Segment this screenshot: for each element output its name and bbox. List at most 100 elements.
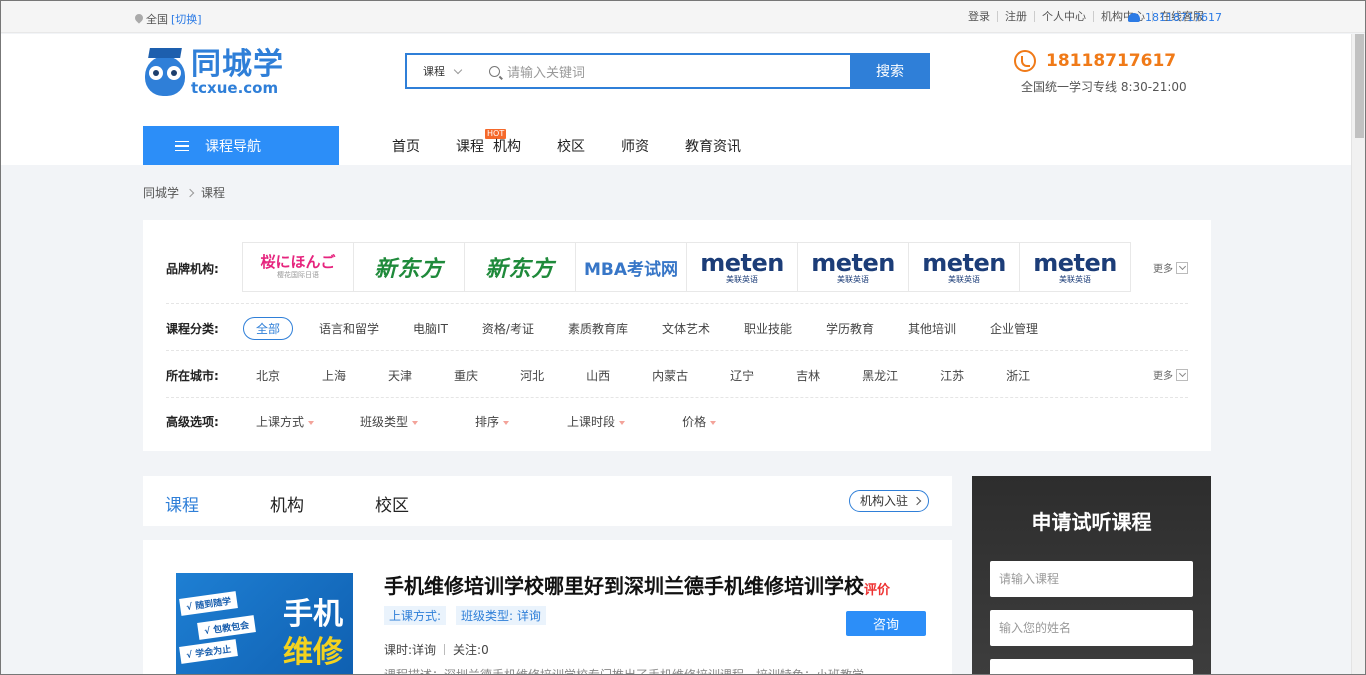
nav-course[interactable]: 课程 HOT — [456, 129, 507, 156]
course-title[interactable]: 手机维修培训学校哪里好到深圳兰德手机维修培训学校 — [384, 570, 864, 599]
nav-course-label: 课程 — [456, 139, 484, 155]
brand-name: MBA考试网 — [583, 259, 679, 280]
nav-teachers[interactable]: 师资 — [621, 136, 649, 156]
caret-down-icon — [710, 420, 717, 425]
brand-logo[interactable]: 桜にほんご 樱花国际日语 — [242, 242, 354, 292]
city-item[interactable]: 上海 — [322, 367, 346, 384]
nav-home[interactable]: 首页 — [392, 136, 420, 156]
top-bar: 全国 [切换] 登录 注册 个人中心 机构中心 在线客服 18118717617 — [1, 1, 1365, 33]
city-item[interactable]: 辽宁 — [730, 367, 754, 384]
chevron-right-icon — [185, 188, 195, 197]
category-item[interactable]: 企业管理 — [990, 320, 1038, 340]
course-nav-label: 课程导航 — [205, 138, 261, 155]
city-item[interactable]: 河北 — [520, 367, 544, 384]
location-switch-link[interactable]: [切换] — [171, 11, 202, 27]
city-item[interactable]: 重庆 — [454, 367, 478, 384]
course-thumbnail[interactable]: √ 随到随学 √ 包教包会 √ 学会为止 手机 维修 — [176, 573, 353, 674]
nav-campus[interactable]: 校区 — [557, 136, 585, 156]
main-nav: 首页 课程 HOT 机构 校区 师资 教育资讯 — [392, 129, 777, 156]
phone-icon — [1128, 13, 1140, 22]
user-center-link[interactable]: 个人中心 — [1034, 11, 1093, 22]
brand-logo[interactable]: MBA考试网 — [575, 242, 687, 292]
category-item[interactable]: 其他培训 — [908, 320, 956, 340]
category-item[interactable]: 电脑IT — [413, 320, 448, 340]
nav-org[interactable]: 机构 — [493, 136, 521, 156]
advanced-option[interactable]: 班级类型 — [360, 413, 419, 430]
city-item[interactable]: 江苏 — [940, 367, 964, 384]
brand-label: 品牌机构: — [166, 262, 219, 276]
org-join-button[interactable]: 机构入驻 — [849, 490, 930, 512]
brand-more-button[interactable]: 更多 — [1153, 260, 1188, 275]
tab-org[interactable]: 机构 — [270, 491, 304, 516]
advanced-option[interactable]: 价格 — [682, 413, 717, 430]
city-item[interactable]: 黑龙江 — [862, 367, 898, 384]
scrollbar-thumb[interactable] — [1355, 34, 1364, 138]
advanced-option-label: 上课时段 — [567, 415, 616, 429]
nav-news[interactable]: 教育资讯 — [685, 136, 741, 156]
course-field[interactable]: 请输入课程 — [990, 561, 1193, 597]
advanced-option[interactable]: 上课方式 — [256, 413, 315, 430]
category-all[interactable]: 全部 — [243, 317, 294, 340]
caret-down-icon — [503, 420, 510, 425]
category-item[interactable]: 资格/考证 — [482, 320, 534, 340]
category-item[interactable]: 素质教育库 — [568, 320, 628, 340]
search-button[interactable]: 搜索 — [850, 53, 930, 89]
category-item[interactable]: 学历教育 — [826, 320, 874, 340]
menu-icon — [175, 140, 189, 151]
brand-logo[interactable]: 新东方 — [464, 242, 576, 292]
tab-campus[interactable]: 校区 — [375, 491, 409, 516]
advanced-label: 高级选项: — [166, 415, 219, 429]
brand-sub: 樱花国际日语 — [276, 271, 319, 279]
location-pin-icon — [135, 14, 143, 24]
city-item[interactable]: 山西 — [586, 367, 610, 384]
tab-course[interactable]: 课程 — [165, 491, 199, 516]
chevron-down-icon — [1176, 261, 1188, 274]
city-row: 所在城市: 北京 上海 天津 重庆 河北 山西 内蒙古 辽宁 吉林 黑龙江 江苏… — [166, 351, 1188, 398]
category-item[interactable]: 语言和留学 — [319, 320, 379, 340]
site-header: 同城学 tcxue.com 课程 请输入关键词 搜索 18118717617 全… — [1, 34, 1351, 165]
site-logo[interactable]: 同城学 tcxue.com — [143, 48, 284, 96]
page-scrollbar[interactable] — [1351, 34, 1365, 674]
register-link[interactable]: 注册 — [997, 11, 1034, 22]
category-label: 课程分类: — [166, 322, 219, 336]
search-category-select[interactable]: 课程 — [407, 55, 477, 87]
breadcrumb-current: 课程 — [201, 186, 226, 200]
city-label: 所在城市: — [166, 369, 219, 383]
name-field[interactable]: 输入您的姓名 — [990, 610, 1193, 646]
brand-logo[interactable]: meten 美联英语 — [1019, 242, 1131, 292]
brand-logo[interactable]: meten 美联英语 — [797, 242, 909, 292]
city-item[interactable]: 浙江 — [1006, 367, 1030, 384]
brand-row: 品牌机构: 桜にほんご 樱花国际日语 新东方 新东方 MBA考试网 meten 美联… — [166, 242, 1188, 304]
course-nav-button[interactable]: 课程导航 — [143, 126, 339, 165]
brand-sub: 美联英语 — [726, 274, 758, 284]
phone-field[interactable] — [990, 659, 1193, 674]
city-item[interactable]: 天津 — [388, 367, 412, 384]
login-link[interactable]: 登录 — [961, 11, 997, 22]
brand-name: 新东方 — [374, 257, 444, 282]
brand-logo[interactable]: meten 美联英语 — [686, 242, 798, 292]
consult-button[interactable]: 咨询 — [846, 611, 926, 636]
category-item[interactable]: 文体艺术 — [662, 320, 710, 340]
thumb-title: 维修 — [283, 635, 343, 670]
thumb-tag: √ 随到随学 — [179, 591, 239, 616]
brand-name: meten — [700, 248, 784, 277]
course-hours: 课时:详询 — [384, 643, 437, 657]
category-item[interactable]: 职业技能 — [744, 320, 792, 340]
browser-frame: 全国 [切换] 登录 注册 个人中心 机构中心 在线客服 18118717617… — [0, 0, 1366, 675]
brand-logo[interactable]: meten 美联英语 — [908, 242, 1020, 292]
advanced-option[interactable]: 上课时段 — [567, 413, 626, 430]
chevron-down-icon — [1176, 368, 1188, 381]
city-item[interactable]: 内蒙古 — [652, 367, 688, 384]
trial-form: 申请试听课程 请输入课程 输入您的姓名 — [972, 476, 1211, 674]
advanced-option[interactable]: 排序 — [475, 413, 510, 430]
brand-logo[interactable]: 新东方 — [353, 242, 465, 292]
trial-form-title: 申请试听课程 — [1031, 510, 1152, 534]
breadcrumb-home[interactable]: 同城学 — [143, 184, 179, 201]
city-item[interactable]: 吉林 — [796, 367, 820, 384]
logo-domain: tcxue.com — [191, 79, 279, 97]
location-selector[interactable]: 全国 [切换] — [135, 11, 202, 27]
brand-sub: 美联英语 — [1059, 274, 1091, 284]
city-item[interactable]: 北京 — [256, 367, 280, 384]
search-input[interactable]: 请输入关键词 — [477, 55, 850, 87]
city-more-button[interactable]: 更多 — [1153, 367, 1188, 382]
